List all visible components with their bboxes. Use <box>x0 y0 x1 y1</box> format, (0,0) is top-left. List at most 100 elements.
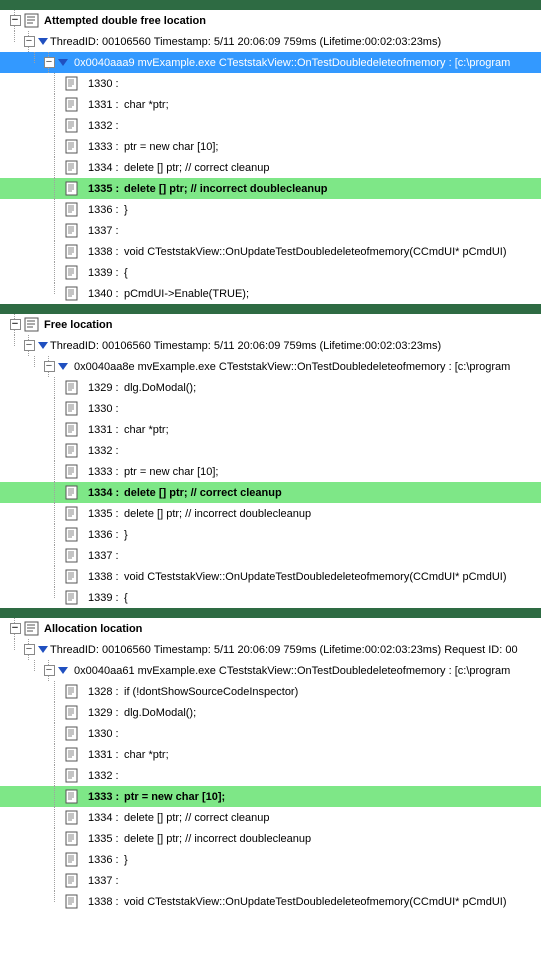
source-line-row[interactable]: 1333 : ptr = new char [10]; <box>0 136 541 157</box>
source-line-row[interactable]: 1332 : <box>0 440 541 461</box>
source-line-row[interactable]: 1339 :{ <box>0 262 541 283</box>
tree-connector <box>48 241 62 262</box>
source-line-row[interactable]: 1337 : <box>0 220 541 241</box>
tree-connector <box>48 870 62 891</box>
line-code: void CTeststakView::OnUpdateTestDoublede… <box>124 246 507 258</box>
line-code: delete [] ptr; // incorrect doublecleanu… <box>124 508 311 520</box>
source-line-row[interactable]: 1329 : dlg.DoModal(); <box>0 377 541 398</box>
source-line-row[interactable]: 1336 :} <box>0 199 541 220</box>
source-line-row[interactable]: 1338 :void CTeststakView::OnUpdateTestDo… <box>0 241 541 262</box>
triangle-icon <box>58 363 68 370</box>
document-icon <box>64 768 80 784</box>
tree-connector <box>48 681 62 702</box>
expander-icon[interactable]: − <box>8 618 22 639</box>
source-line-row[interactable]: 1337 : <box>0 545 541 566</box>
source-line-row[interactable]: 1331 : char *ptr; <box>0 744 541 765</box>
line-number: 1339 : <box>88 267 124 279</box>
document-icon <box>64 97 80 113</box>
source-line-row[interactable]: 1329 : dlg.DoModal(); <box>0 702 541 723</box>
source-line-row[interactable]: 1333 : ptr = new char [10]; <box>0 461 541 482</box>
stack-frame-row[interactable]: − 0x0040aa8e mvExample.exe CTeststakView:… <box>0 356 541 377</box>
line-number: 1330 : <box>88 403 124 415</box>
section-title-row[interactable]: −Free location <box>0 314 541 335</box>
source-line-text: 1330 : <box>84 78 541 90</box>
line-code: delete [] ptr; // incorrect doublecleanu… <box>124 833 311 845</box>
source-line-row[interactable]: 1336 :} <box>0 524 541 545</box>
document-icon <box>64 244 80 260</box>
source-line-row[interactable]: 1330 : <box>0 723 541 744</box>
line-number: 1334 : <box>88 812 124 824</box>
source-line-row[interactable]: 1340 : pCmdUI->Enable(TRUE); <box>0 283 541 304</box>
source-line-text: 1335 : delete [] ptr; // incorrect doubl… <box>84 508 541 520</box>
document-icon <box>64 684 80 700</box>
source-line-row[interactable]: 1334 : delete [] ptr; // correct cleanup <box>0 157 541 178</box>
line-code: void CTeststakView::OnUpdateTestDoublede… <box>124 571 507 583</box>
stack-frame-row[interactable]: −0x0040aaa9 mvExample.exe CTeststakView:… <box>0 52 541 73</box>
thread-row[interactable]: − ThreadID: 00106560 Timestamp: 5/11 20:0… <box>0 335 541 356</box>
expander-icon[interactable]: − <box>8 10 22 31</box>
section: −Free location−ThreadID: 00106560 Timest… <box>0 304 541 608</box>
section-bar <box>0 0 541 10</box>
document-icon <box>64 485 80 501</box>
source-line-row[interactable]: 1330 : <box>0 73 541 94</box>
source-line-row[interactable]: 1337 : <box>0 870 541 891</box>
stack-frame-row[interactable]: −0x0040aa61 mvExample.exe CTeststakView:… <box>0 660 541 681</box>
stack-frame-label: 0x0040aa8e mvExample.exe CTeststakView::… <box>70 361 541 373</box>
line-number: 1340 : <box>88 288 124 300</box>
expander-icon[interactable]: − <box>42 356 56 377</box>
expander-icon[interactable]: − <box>22 335 36 356</box>
section-title-row[interactable]: − Allocation location <box>0 618 541 639</box>
thread-row[interactable]: −ThreadID: 00106560 Timestamp: 5/11 20:0… <box>0 639 541 660</box>
line-number: 1329 : <box>88 707 124 719</box>
source-line-row[interactable]: 1335 : delete [] ptr; // incorrect doubl… <box>0 828 541 849</box>
source-line-row[interactable]: 1328 : if (!dontShowSourceCodeInspector) <box>0 681 541 702</box>
line-number: 1335 : <box>88 183 124 195</box>
line-number: 1333 : <box>88 791 124 803</box>
expander-icon[interactable]: − <box>22 639 36 660</box>
tree-connector <box>48 262 62 283</box>
thread-row[interactable]: −ThreadID: 00106560 Timestamp: 5/11 20:0… <box>0 31 541 52</box>
source-line-text: 1333 : ptr = new char [10]; <box>84 466 541 478</box>
document-icon <box>64 265 80 281</box>
source-line-row[interactable]: 1331 : char *ptr; <box>0 94 541 115</box>
expander-icon[interactable]: − <box>42 52 56 73</box>
tree-connector <box>48 828 62 849</box>
document-icon <box>64 831 80 847</box>
section: −Attempted double free location−ThreadID… <box>0 0 541 304</box>
tree-connector <box>48 765 62 786</box>
source-line-row[interactable]: 1330 : <box>0 398 541 419</box>
thread-label: ThreadID: 00106560 Timestamp: 5/11 20:06… <box>50 340 441 352</box>
document-icon <box>64 202 80 218</box>
expander-icon[interactable]: − <box>8 314 22 335</box>
expander-icon[interactable]: − <box>22 31 36 52</box>
source-line-row[interactable]: 1334 : delete [] ptr; // correct cleanup <box>0 482 541 503</box>
line-number: 1331 : <box>88 99 124 111</box>
document-icon <box>64 401 80 417</box>
line-code: pCmdUI->Enable(TRUE); <box>124 288 249 300</box>
source-line-row[interactable]: 1338 :void CTeststakView::OnUpdateTestDo… <box>0 891 541 912</box>
source-line-text: 1336 :} <box>84 529 541 541</box>
source-line-row[interactable]: 1331 : char *ptr; <box>0 419 541 440</box>
document-icon <box>64 118 80 134</box>
source-line-row[interactable]: 1339 :{ <box>0 587 541 608</box>
document-icon <box>64 223 80 239</box>
expander-icon[interactable]: − <box>42 660 56 681</box>
line-code: dlg.DoModal(); <box>124 707 196 719</box>
source-line-text: 1336 :} <box>84 204 541 216</box>
source-line-row[interactable]: 1332 : <box>0 765 541 786</box>
source-line-row[interactable]: 1333 : ptr = new char [10]; <box>0 786 541 807</box>
source-line-row[interactable]: 1336 :} <box>0 849 541 870</box>
triangle-icon <box>38 342 48 349</box>
section-title-row[interactable]: −Attempted double free location <box>0 10 541 31</box>
line-number: 1337 : <box>88 225 124 237</box>
section-title: Allocation location <box>44 623 142 635</box>
source-line-row[interactable]: 1335 : delete [] ptr; // incorrect doubl… <box>0 178 541 199</box>
tree-connector <box>48 136 62 157</box>
triangle-icon <box>38 646 48 653</box>
section: −Allocation location−ThreadID: 00106560 … <box>0 608 541 912</box>
tree-connector <box>8 31 22 52</box>
source-line-row[interactable]: 1338 :void CTeststakView::OnUpdateTestDo… <box>0 566 541 587</box>
source-line-row[interactable]: 1335 : delete [] ptr; // incorrect doubl… <box>0 503 541 524</box>
source-line-row[interactable]: 1332 : <box>0 115 541 136</box>
source-line-row[interactable]: 1334 : delete [] ptr; // correct cleanup <box>0 807 541 828</box>
